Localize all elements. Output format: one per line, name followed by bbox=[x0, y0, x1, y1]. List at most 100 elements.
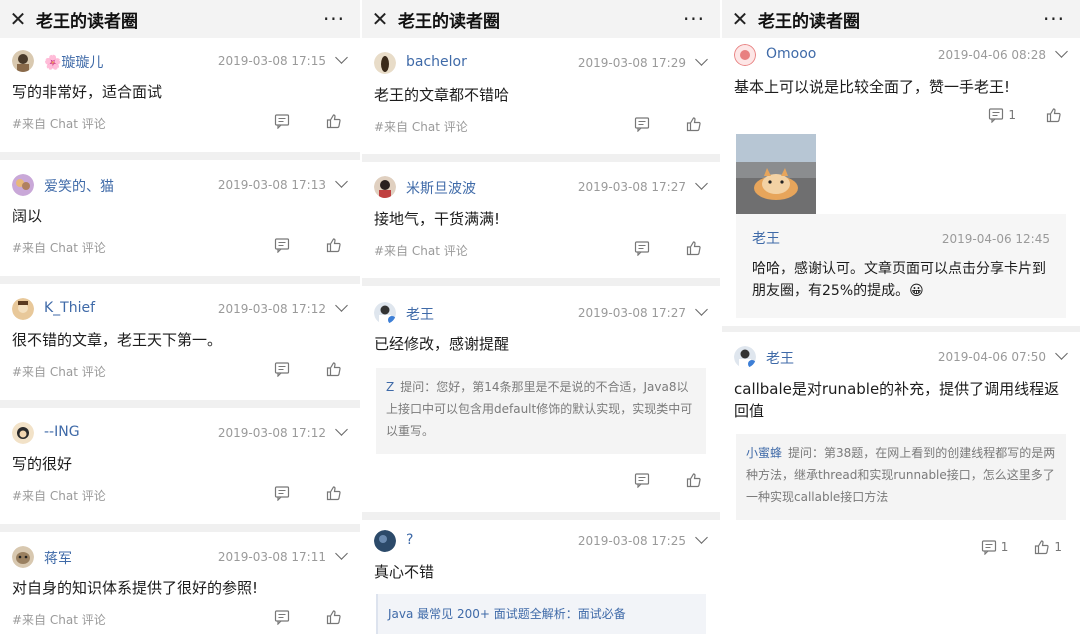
comment-item: 爱笑的、猫 2019-03-08 17:13 阔以 #来自 Chat 评论 bbox=[0, 162, 360, 276]
avatar[interactable] bbox=[12, 50, 34, 72]
source-label: #来自 Chat 评论 bbox=[12, 241, 106, 255]
thumb-up-icon[interactable] bbox=[686, 472, 702, 488]
thumb-up-icon[interactable] bbox=[1034, 539, 1050, 555]
thumb-up-icon[interactable] bbox=[686, 240, 702, 256]
comment-text: 阔以 bbox=[12, 207, 43, 225]
chevron-down-icon[interactable] bbox=[1055, 45, 1068, 58]
chevron-down-icon[interactable] bbox=[695, 531, 708, 544]
comment-icon[interactable] bbox=[634, 472, 650, 488]
comment-count: 1 bbox=[1008, 108, 1016, 122]
avatar[interactable] bbox=[12, 422, 34, 444]
comment-text: 接地气，干货满满! bbox=[374, 210, 501, 228]
timestamp: 2019-03-08 17:15 bbox=[217, 54, 326, 68]
comment-item: --ING 2019-03-08 17:12 写的很好 #来自 Chat 评论 bbox=[0, 410, 360, 524]
close-icon[interactable]: ✕ bbox=[722, 0, 758, 38]
thumb-up-icon[interactable] bbox=[686, 116, 702, 132]
thumb-up-icon[interactable] bbox=[326, 113, 342, 129]
avatar[interactable] bbox=[734, 44, 756, 66]
comment-item: ? 2019-03-08 17:25 真心不错 Java 最常见 200+ 面试… bbox=[362, 520, 720, 639]
chevron-down-icon[interactable] bbox=[335, 51, 348, 64]
comment-image[interactable] bbox=[736, 134, 816, 214]
article-link[interactable]: Java 最常见 200+ 面试题全解析：面试必备 bbox=[376, 594, 706, 634]
username[interactable]: 🌸璇璇儿 bbox=[44, 52, 103, 72]
page-title: 老王的读者圈 bbox=[36, 11, 138, 32]
timestamp: 2019-03-08 17:12 bbox=[217, 426, 326, 440]
divider bbox=[362, 512, 720, 520]
avatar[interactable] bbox=[374, 302, 396, 324]
chevron-down-icon[interactable] bbox=[335, 299, 348, 312]
username[interactable]: 米斯旦波波 bbox=[406, 178, 476, 198]
comment-icon[interactable] bbox=[274, 237, 290, 253]
comment-icon[interactable] bbox=[634, 116, 650, 132]
avatar[interactable] bbox=[12, 174, 34, 196]
thumb-up-icon[interactable] bbox=[1046, 107, 1062, 123]
quote-author[interactable]: Z bbox=[386, 380, 394, 394]
avatar[interactable] bbox=[734, 346, 756, 368]
comment-icon[interactable] bbox=[981, 539, 997, 555]
quoted-question: 小蜜蜂 提问：第38题，在网上看到的创建线程都写的是两种方法，继承thread和实… bbox=[736, 434, 1066, 520]
username[interactable]: bachelor bbox=[406, 54, 467, 70]
username[interactable]: 蒋军 bbox=[44, 548, 72, 568]
comment-button[interactable]: 1 bbox=[988, 107, 1016, 123]
comment-icon[interactable] bbox=[634, 240, 650, 256]
username[interactable]: --ING bbox=[44, 424, 80, 440]
avatar[interactable] bbox=[374, 530, 396, 552]
divider bbox=[0, 400, 360, 408]
timestamp: 2019-03-08 17:12 bbox=[217, 302, 326, 316]
username[interactable]: ? bbox=[406, 532, 413, 548]
divider bbox=[362, 278, 720, 286]
chevron-down-icon[interactable] bbox=[335, 175, 348, 188]
more-icon[interactable]: ··· bbox=[308, 4, 360, 34]
chevron-down-icon[interactable] bbox=[1055, 347, 1068, 360]
comment-icon[interactable] bbox=[274, 361, 290, 377]
avatar[interactable] bbox=[12, 298, 34, 320]
timestamp: 2019-03-08 17:29 bbox=[577, 56, 686, 70]
username[interactable]: 老王 bbox=[766, 348, 794, 368]
thumb-up-icon[interactable] bbox=[326, 485, 342, 501]
comment-count: 1 bbox=[1000, 540, 1009, 554]
quoted-question: Z 提问：您好，第14条那里是不是说的不合适，Java8以上接口中可以包含用def… bbox=[376, 368, 706, 454]
quote-text: 提问：第38题，在网上看到的创建线程都写的是两种方法，继承thread和实现ru… bbox=[746, 446, 1056, 504]
comment-icon[interactable] bbox=[274, 113, 290, 129]
comment-icon[interactable] bbox=[988, 107, 1004, 123]
username[interactable]: 老王 bbox=[406, 304, 434, 324]
close-icon[interactable]: ✕ bbox=[362, 0, 398, 38]
comment-text: callbale是对runable的补充，提供了调用线程返回值 bbox=[734, 380, 1060, 420]
timestamp: 2019-03-08 17:27 bbox=[577, 180, 686, 194]
comment-icon[interactable] bbox=[274, 609, 290, 625]
comment-item: Omooo 2019-04-06 08:28 基本上可以说是比较全面了，赞一手老… bbox=[722, 38, 1080, 326]
comment-icon[interactable] bbox=[274, 485, 290, 501]
close-icon[interactable]: ✕ bbox=[0, 0, 36, 38]
reply-author[interactable]: 老王 bbox=[752, 228, 780, 248]
chevron-down-icon[interactable] bbox=[695, 303, 708, 316]
comment-item: 老王 2019-03-08 17:27 已经修改，感谢提醒 Z 提问：您好，第14… bbox=[362, 286, 720, 512]
quote-author[interactable]: 小蜜蜂 bbox=[746, 446, 782, 460]
avatar[interactable] bbox=[374, 52, 396, 74]
timestamp: 2019-03-08 17:11 bbox=[217, 550, 326, 564]
top-bar: ✕ 老王的读者圈 ··· bbox=[362, 0, 720, 38]
comment-item: 老王 2019-04-06 07:50 callbale是对runable的补充… bbox=[722, 332, 1080, 639]
username[interactable]: Omooo bbox=[766, 46, 816, 62]
more-icon[interactable]: ··· bbox=[1028, 4, 1080, 34]
username[interactable]: 爱笑的、猫 bbox=[44, 176, 114, 196]
comment-item: K_Thief 2019-03-08 17:12 很不错的文章，老王天下第一。 … bbox=[0, 286, 360, 400]
username[interactable]: K_Thief bbox=[44, 300, 95, 316]
comment-text: 真心不错 bbox=[374, 563, 435, 581]
thumb-up-icon[interactable] bbox=[326, 361, 342, 377]
author-reply: 老王 2019-04-06 12:45 哈哈，感谢认可。文章页面可以点击分享卡片… bbox=[736, 214, 1066, 318]
comment-item: 🌸璇璇儿 2019-03-08 17:15 写的非常好，适合面试 #来自 Cha… bbox=[0, 38, 360, 152]
thumb-up-icon[interactable] bbox=[326, 237, 342, 253]
comment-button[interactable]: 1 bbox=[981, 539, 1009, 555]
more-icon[interactable]: ··· bbox=[668, 4, 720, 34]
avatar[interactable] bbox=[374, 176, 396, 198]
chevron-down-icon[interactable] bbox=[695, 53, 708, 66]
thumb-up-icon[interactable] bbox=[326, 609, 342, 625]
like-button[interactable]: 1 bbox=[1034, 539, 1062, 555]
chevron-down-icon[interactable] bbox=[695, 177, 708, 190]
chevron-down-icon[interactable] bbox=[335, 423, 348, 436]
comment-item: 蒋军 2019-03-08 17:11 对自身的知识体系提供了很好的参照! #来… bbox=[0, 534, 360, 639]
avatar[interactable] bbox=[12, 546, 34, 568]
divider bbox=[0, 524, 360, 532]
timestamp: 2019-03-08 17:25 bbox=[577, 534, 686, 548]
chevron-down-icon[interactable] bbox=[335, 547, 348, 560]
